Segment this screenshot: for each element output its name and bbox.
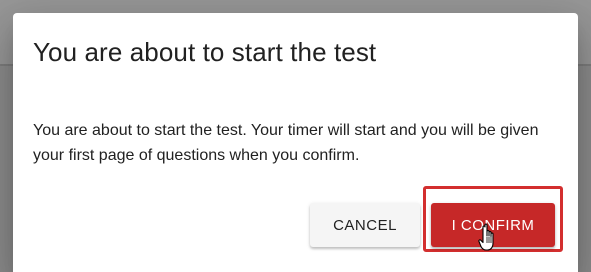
dialog-title: You are about to start the test: [33, 37, 377, 67]
dialog-message: You are about to start the test. Your ti…: [33, 122, 539, 164]
cancel-button[interactable]: CANCEL: [310, 203, 420, 247]
hand-pointer-icon: [478, 223, 494, 251]
